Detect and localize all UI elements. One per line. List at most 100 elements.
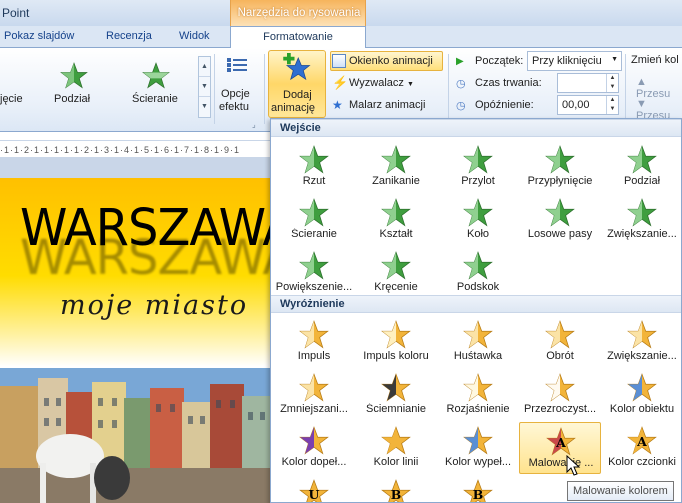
scroll-down-icon[interactable]: ▼: [199, 77, 210, 97]
effect-ściemnianie[interactable]: Ściemnianie: [355, 369, 437, 421]
effect-zwiększanie[interactable]: Zwiększanie...: [601, 194, 681, 246]
add-animation-button[interactable]: Dodaj animację: [268, 50, 326, 118]
duration-input[interactable]: ▲ ▼: [557, 73, 619, 93]
effect-losowe-pasy[interactable]: Losowe pasy: [519, 194, 601, 246]
effect-label: Podział: [623, 175, 661, 187]
effect-label: Huśtawka: [453, 350, 503, 362]
duration-spinner[interactable]: ▲ ▼: [606, 74, 618, 92]
effect-kolor-linii[interactable]: Kolor linii: [355, 422, 437, 474]
tooltip: Malowanie kolorem: [567, 481, 674, 501]
star-icon: U: [299, 479, 329, 502]
effect-b[interactable]: B: [437, 475, 519, 502]
effect-label: Kręcenie: [374, 281, 418, 293]
star-icon: [463, 198, 493, 227]
tab-review[interactable]: Recenzja: [106, 30, 152, 42]
start-select[interactable]: Przy kliknięciu ▼: [527, 51, 622, 71]
effect-zwiększanie[interactable]: Zwiększanie...: [601, 316, 681, 368]
effect-przylot[interactable]: Przylot: [437, 141, 519, 193]
start-label: Początek:: [475, 55, 524, 67]
star-icon: [381, 320, 411, 349]
slide-title[interactable]: WARSZAWA: [20, 199, 272, 258]
effect-label: Kolor linii: [373, 456, 419, 468]
star-letter: A: [636, 434, 647, 449]
effect-malowanie[interactable]: A Malowanie ...: [519, 422, 601, 474]
effect-rzut[interactable]: Rzut: [273, 141, 355, 193]
animation-painter-button[interactable]: ★ Malarz animacji: [331, 96, 426, 116]
star-icon: B: [463, 479, 493, 502]
effect-huśtawka[interactable]: Huśtawka: [437, 316, 519, 368]
dialog-launcher-icon[interactable]: ⌟: [252, 120, 256, 129]
effect-przezroczyst[interactable]: Przezroczyst...: [519, 369, 601, 421]
effect-u[interactable]: U: [273, 475, 355, 502]
delay-input[interactable]: 00,00 ▲ ▼: [557, 95, 619, 115]
star-icon: [627, 145, 657, 174]
effect-kolor-dopeł[interactable]: Kolor dopeł...: [273, 422, 355, 474]
reorder-label: Zmień kol: [631, 54, 679, 66]
effect-podskok[interactable]: Podskok: [437, 247, 519, 299]
effect-rozjaśnienie[interactable]: Rozjaśnienie: [437, 369, 519, 421]
trigger-icon: ⚡: [332, 75, 349, 90]
effect-kolor-czcionki[interactable]: A Kolor czcionki: [601, 422, 681, 474]
effect-label: Kolor obiektu: [609, 403, 675, 415]
context-group-title: Narzędzia do rysowania: [237, 7, 361, 19]
effect-label: Kolor czcionki: [608, 456, 676, 468]
star-letter: B: [473, 487, 484, 502]
effect-kolor-obiektu[interactable]: Kolor obiektu: [601, 369, 681, 421]
effect-label: Malowanie ...: [528, 457, 594, 469]
trigger-button[interactable]: ⚡Wyzwalacz ▼: [331, 74, 415, 94]
tab-slide-show[interactable]: Pokaz slajdów: [4, 30, 74, 42]
effect-impuls-koloru[interactable]: Impuls koloru: [355, 316, 437, 368]
delay-spinner[interactable]: ▲ ▼: [606, 96, 618, 114]
tab-format[interactable]: Formatowanie: [230, 26, 366, 48]
delay-label: Opóźnienie:: [475, 99, 534, 111]
star-icon: [299, 373, 329, 402]
slide-photo[interactable]: [0, 368, 272, 503]
star-icon: [299, 251, 329, 280]
effect-przypłynięcie[interactable]: Przypłynięcie: [519, 141, 601, 193]
tab-view[interactable]: Widok: [179, 30, 210, 42]
star-icon: [381, 198, 411, 227]
effect-kolor-wypeł[interactable]: Kolor wypeł...: [437, 422, 519, 474]
animation-painter-icon: ★: [332, 98, 343, 112]
effect-podział[interactable]: Podział: [601, 141, 681, 193]
ribbon-separator: [448, 54, 449, 124]
effect-obrót[interactable]: Obrót: [519, 316, 601, 368]
star-icon: [381, 426, 411, 455]
effect-kręcenie[interactable]: Kręcenie: [355, 247, 437, 299]
star-icon: [299, 198, 329, 227]
effect-b[interactable]: B: [355, 475, 437, 502]
effect-label: Ścieranie: [291, 228, 337, 240]
effect-powiększenie[interactable]: Powiększenie...: [273, 247, 355, 299]
star-icon: A: [546, 427, 576, 456]
star-icon: [463, 251, 493, 280]
effect-impuls[interactable]: Impuls: [273, 316, 355, 368]
move-earlier-button[interactable]: ▲ Przesu: [636, 76, 682, 100]
animation-pane-icon: [332, 54, 346, 68]
gallery-more-icon[interactable]: ▼: [199, 97, 210, 117]
add-animation-label-1: Dodaj: [283, 89, 312, 101]
ribbon-separator: [264, 54, 265, 124]
cursor-icon: [566, 455, 581, 476]
animation-pane-button[interactable]: Okienko animacji: [330, 51, 443, 71]
effect-label: Obrót: [546, 350, 574, 362]
star-icon: [545, 373, 575, 402]
effect-ścieranie[interactable]: Ścieranie: [273, 194, 355, 246]
section-header-entrance: Wejście: [271, 119, 681, 137]
effect-kształt[interactable]: Kształt: [355, 194, 437, 246]
effect-options-label-2: efektu: [219, 101, 249, 113]
app-title: Point: [2, 6, 30, 20]
ribbon-gallery-label: Podział: [54, 93, 91, 105]
slide-subtitle[interactable]: moje miasto: [60, 290, 248, 321]
effect-zmniejszani[interactable]: Zmniejszani...: [273, 369, 355, 421]
star-letter: A: [555, 435, 566, 450]
star-icon: B: [381, 479, 411, 502]
star-icon: [381, 373, 411, 402]
gallery-scrollbar[interactable]: ▲ ▼ ▼: [198, 56, 211, 118]
effect-zanikanie[interactable]: Zanikanie: [355, 141, 437, 193]
start-value: Przy kliknięciu: [532, 55, 602, 67]
scroll-up-icon[interactable]: ▲: [199, 57, 210, 77]
star-icon: [299, 145, 329, 174]
effect-koło[interactable]: Koło: [437, 194, 519, 246]
add-animation-icon: [283, 53, 311, 81]
star-icon: [627, 198, 657, 227]
